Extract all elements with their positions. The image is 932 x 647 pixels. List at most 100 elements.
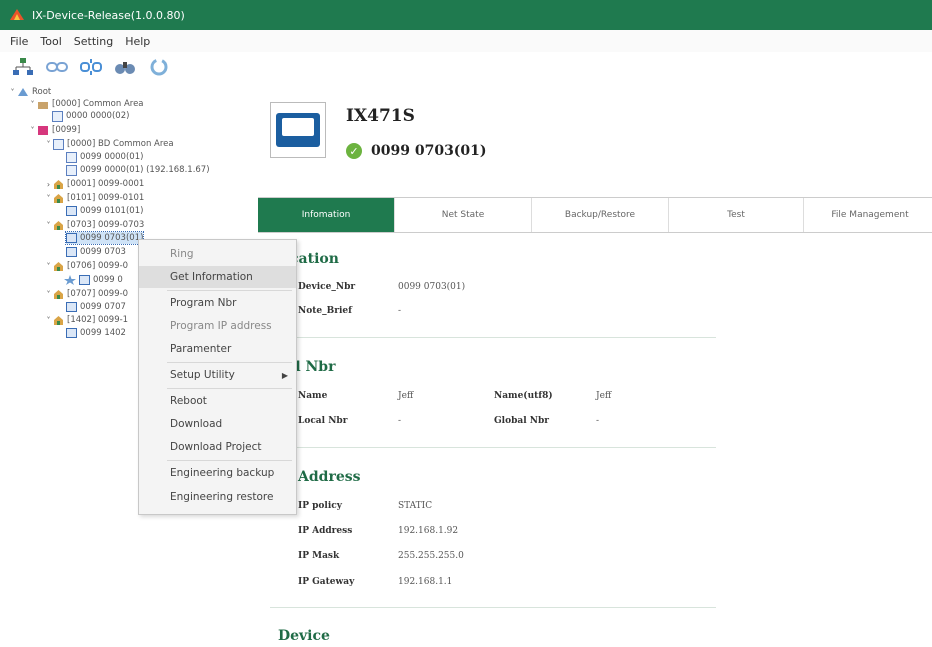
tree-node-device[interactable]: 0000 0000(02) <box>52 110 129 122</box>
tree-node-unit[interactable]: ˅ [0703] 0099-0703 <box>44 219 144 231</box>
device-model: IX471S <box>346 106 415 126</box>
tab-test[interactable]: Test <box>669 198 804 232</box>
tree-node-device[interactable]: 0099 1402 <box>66 327 126 339</box>
ip-gateway-value: 192.168.1.1 <box>398 577 453 587</box>
name-utf8-label: Name(utf8) <box>494 391 553 401</box>
menu-setting[interactable]: Setting <box>74 35 113 48</box>
monitor-icon <box>79 275 90 285</box>
divider <box>270 607 716 608</box>
expand-toggle-icon[interactable]: ˅ <box>8 88 17 97</box>
device-number: 0099 0703(01) <box>371 143 487 159</box>
house-icon <box>54 316 63 325</box>
device-icon <box>66 151 77 163</box>
divider <box>270 447 716 448</box>
tree-node-common-area[interactable]: ˅ [0000] Common Area <box>28 98 144 110</box>
menu-bar: File Tool Setting Help <box>0 30 932 52</box>
expand-toggle-icon[interactable]: ˅ <box>44 316 53 325</box>
expand-toggle-icon[interactable]: ˅ <box>44 194 53 203</box>
menu-help[interactable]: Help <box>125 35 150 48</box>
tree-node-unit[interactable]: › [0001] 0099-0001 <box>44 178 144 190</box>
menu-item-get-information[interactable]: Get Information <box>139 266 296 288</box>
menu-item-ring[interactable]: Ring <box>139 243 296 265</box>
unlink-icon[interactable] <box>78 56 104 78</box>
star-icon <box>64 275 76 285</box>
tree-node-root[interactable]: ˅ Root <box>8 86 52 98</box>
monitor-icon <box>66 247 77 257</box>
ip-mask-label: IP Mask <box>298 551 340 561</box>
monitor-icon <box>66 233 77 243</box>
note-brief-value: - <box>398 306 402 316</box>
toolbar <box>0 52 932 82</box>
house-icon <box>54 180 63 189</box>
tree-node-device-selected[interactable]: 0099 0703(01) <box>64 231 145 245</box>
house-icon <box>54 221 63 230</box>
global-nbr-label: Global Nbr <box>494 416 550 426</box>
tree-node-bd-common[interactable]: ˅ [0000] BD Common Area <box>44 138 174 150</box>
tree-node-device[interactable]: 0099 0000(01) <box>66 151 143 163</box>
tree-node-device[interactable]: 0099 0707 <box>66 301 126 313</box>
expand-toggle-icon[interactable]: ˅ <box>28 100 37 109</box>
tab-information[interactable]: Infomation <box>258 198 395 232</box>
refresh-icon[interactable] <box>146 56 172 78</box>
link-icon[interactable] <box>44 56 70 78</box>
tab-backup-restore[interactable]: Backup/Restore <box>532 198 669 232</box>
monitor-icon <box>66 328 77 338</box>
network-icon[interactable] <box>10 56 36 78</box>
global-nbr-value: - <box>596 416 600 426</box>
monitor-icon <box>276 113 320 147</box>
area-icon <box>53 138 64 150</box>
expand-toggle-icon[interactable]: › <box>44 180 53 189</box>
building-icon <box>38 126 48 135</box>
tab-file-management[interactable]: File Management <box>804 198 932 232</box>
menu-item-engineering-backup[interactable]: Engineering backup <box>139 462 296 484</box>
tree-node-device[interactable]: 0099 0000(01) (192.168.1.67) <box>66 164 210 176</box>
menu-item-paramenter[interactable]: Paramenter <box>139 338 296 360</box>
building-icon <box>38 102 48 109</box>
menu-item-program-ip[interactable]: Program IP address <box>139 315 296 337</box>
tree-node-unit[interactable]: ˅ [1402] 0099-1 <box>44 314 128 326</box>
app-logo-icon <box>10 9 24 20</box>
ip-address-value: 192.168.1.92 <box>398 526 459 536</box>
ip-policy-value: STATIC <box>398 501 433 511</box>
name-value: Jeff <box>398 391 414 401</box>
expand-toggle-icon[interactable]: ˅ <box>44 221 53 230</box>
expand-toggle-icon[interactable]: ˅ <box>28 126 37 135</box>
menu-file[interactable]: File <box>10 35 28 48</box>
menu-item-reboot[interactable]: Reboot <box>139 390 296 412</box>
tab-net-state[interactable]: Net State <box>395 198 532 232</box>
menu-item-engineering-restore[interactable]: Engineering restore <box>139 486 296 508</box>
expand-toggle-icon[interactable]: ˅ <box>44 262 53 271</box>
submenu-arrow-icon: ▶ <box>281 370 288 380</box>
menu-item-program-nbr[interactable]: Program Nbr <box>139 292 296 314</box>
tree-node-device[interactable]: 0099 0 <box>64 274 123 286</box>
local-nbr-label: Local Nbr <box>298 416 348 426</box>
root-icon <box>18 88 28 96</box>
tree-node-device[interactable]: 0099 0703 <box>66 246 126 258</box>
name-label: Name <box>298 391 328 401</box>
binoculars-icon[interactable] <box>112 56 138 78</box>
device-icon <box>66 164 77 176</box>
section-ip-title: Address <box>298 469 361 485</box>
note-brief-label: Note_Brief <box>298 306 352 316</box>
ip-address-label: IP Address <box>298 526 353 536</box>
setup-utility-label: Setup Utility <box>170 369 235 381</box>
menu-item-download-project[interactable]: Download Project <box>139 436 296 458</box>
menu-item-setup-utility[interactable]: Setup Utility ▶ <box>139 364 296 386</box>
expand-toggle-icon[interactable]: ˅ <box>44 290 53 299</box>
house-icon <box>54 194 63 203</box>
tree-node-building[interactable]: ˅ [0099] <box>28 124 80 136</box>
expand-toggle-icon[interactable]: ˅ <box>44 140 53 149</box>
divider <box>270 337 716 338</box>
menu-item-download[interactable]: Download <box>139 413 296 435</box>
menu-tool[interactable]: Tool <box>40 35 61 48</box>
tree-node-unit[interactable]: ˅ [0101] 0099-0101 <box>44 192 144 204</box>
section-location-title: cation <box>290 251 339 267</box>
tree-node-device[interactable]: 0099 0101(01) <box>66 205 143 217</box>
monitor-icon <box>66 206 77 216</box>
name-utf8-value: Jeff <box>596 391 612 401</box>
tree-node-unit[interactable]: ˅ [0707] 0099-0 <box>44 288 128 300</box>
check-icon: ✓ <box>346 143 362 159</box>
tree-node-unit[interactable]: ˅ [0706] 0099-0 <box>44 260 128 272</box>
local-nbr-value: - <box>398 416 402 426</box>
information-panel: cation Device_Nbr 0099 0703(01) Note_Bri… <box>258 231 932 647</box>
